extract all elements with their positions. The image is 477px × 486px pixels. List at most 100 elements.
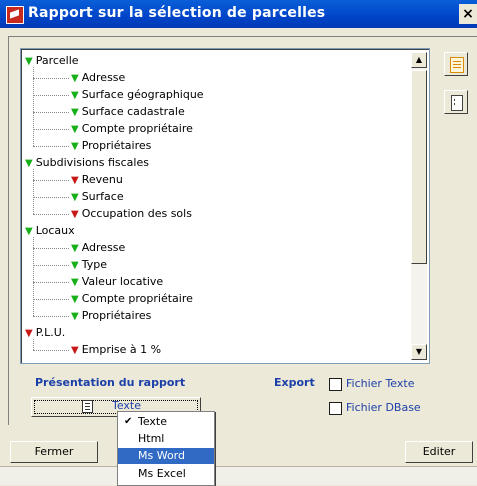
included-marker-icon[interactable]: ▼ <box>71 311 79 322</box>
tree-item-label: Propriétaires <box>81 139 152 152</box>
included-marker-icon[interactable]: ▼ <box>71 192 79 203</box>
tree-item[interactable]: ▼ Adresse <box>71 70 125 86</box>
tree-connector <box>33 248 69 249</box>
included-marker-icon[interactable]: ▼ <box>25 56 33 67</box>
tree-item[interactable]: ▼ Adresse <box>71 240 125 256</box>
tree-item-label: Valeur locative <box>81 275 164 288</box>
tree-connector <box>33 316 69 317</box>
tree-item-label: Adresse <box>81 241 126 254</box>
tree-connector <box>33 237 34 316</box>
tree-item-label: Compte propriétaire <box>81 122 193 135</box>
presentation-dropdown-menu[interactable]: ✔ Texte Html Ms Word Ms Excel <box>117 411 215 486</box>
app-icon <box>6 6 24 24</box>
export-dbase-label: Fichier DBase <box>346 401 421 414</box>
scroll-up-button[interactable]: ▲ <box>411 52 427 68</box>
included-marker-icon[interactable]: ▼ <box>71 260 79 271</box>
tree-item-label: Parcelle <box>35 54 79 67</box>
tree-item-label: Revenu <box>81 173 123 186</box>
tree-item-label: Surface géographique <box>81 88 204 101</box>
tree-connector <box>33 129 69 130</box>
tree-item[interactable]: ▼ Emprise à 1 % <box>71 342 161 358</box>
close-window-button[interactable]: × <box>459 4 477 24</box>
list-collapse-icon <box>451 95 463 111</box>
scroll-thumb[interactable] <box>411 70 427 264</box>
collapse-all-button[interactable] <box>444 90 468 114</box>
included-marker-icon[interactable]: ▼ <box>71 90 79 101</box>
window-title: Rapport sur la sélection de parcelles <box>28 5 326 21</box>
tree-connector <box>33 112 69 113</box>
tree-item[interactable]: ▼ Surface géographique <box>71 87 204 103</box>
export-label: Export <box>274 376 315 389</box>
presentation-label: Présentation du rapport <box>35 376 186 389</box>
scroll-down-button[interactable]: ▼ <box>411 344 427 360</box>
menu-item-html[interactable]: Html <box>118 431 214 447</box>
excluded-marker-icon[interactable]: ▼ <box>71 209 79 220</box>
included-marker-icon[interactable]: ▼ <box>25 158 33 169</box>
menu-item-label: Html <box>138 432 165 445</box>
tree-item[interactable]: ▼ Propriétaires <box>71 308 151 324</box>
document-icon <box>82 400 93 413</box>
tree-connector <box>33 282 69 283</box>
tree-connector <box>33 197 69 198</box>
tree-item[interactable]: ▼ Type <box>71 257 107 273</box>
tree-connector <box>33 339 34 350</box>
tree-item-label: Surface cadastrale <box>81 105 185 118</box>
tree-item[interactable]: ▼ Compte propriétaire <box>71 291 193 307</box>
tree-item-label: Surface <box>81 190 124 203</box>
tree-item-label: Occupation des sols <box>81 207 192 220</box>
field-tree[interactable]: ▼ Parcelle ▼ Adresse ▼ Surface géographique ▼ S… <box>20 48 430 364</box>
tree-item[interactable]: ▼ Surface cadastrale <box>71 104 185 120</box>
tree-connector <box>33 180 69 181</box>
tree-connector <box>33 146 69 147</box>
status-strip <box>0 466 477 485</box>
tree-item[interactable]: ▼ Revenu <box>71 172 123 188</box>
menu-item-ms-excel[interactable]: Ms Excel <box>118 466 214 482</box>
export-dbase-checkbox[interactable] <box>329 402 342 415</box>
tree-connector <box>33 67 34 146</box>
tree-item-label: Subdivisions fiscales <box>35 156 149 169</box>
tree-item-label: Adresse <box>81 71 126 84</box>
excluded-marker-icon[interactable]: ▼ <box>71 345 79 356</box>
menu-item-label: Ms Word <box>138 449 185 462</box>
tree-item-label: Emprise à 1 % <box>81 343 162 356</box>
tree-item[interactable]: ▼ Surface <box>71 189 124 205</box>
menu-item-label: Ms Excel <box>138 467 186 480</box>
tree-item-label: Locaux <box>35 224 75 237</box>
tree-item-label: Compte propriétaire <box>81 292 193 305</box>
edit-button[interactable]: Editer <box>405 441 473 463</box>
tree-item[interactable]: ▼ Propriétaires <box>71 138 151 154</box>
excluded-marker-icon[interactable]: ▼ <box>71 175 79 186</box>
menu-item-texte[interactable]: ✔ Texte <box>118 414 214 430</box>
included-marker-icon[interactable]: ▼ <box>25 226 33 237</box>
tree-item-label: Propriétaires <box>81 309 152 322</box>
tree-connector <box>33 350 69 351</box>
tree-item[interactable]: ▼ Occupation des sols <box>71 206 192 222</box>
tree-group[interactable]: ▼ P.L.U. <box>25 325 65 341</box>
included-marker-icon[interactable]: ▼ <box>71 124 79 135</box>
menu-item-ms-word[interactable]: Ms Word <box>118 448 214 464</box>
included-marker-icon[interactable]: ▼ <box>71 107 79 118</box>
tree-item-label: Type <box>81 258 107 271</box>
export-text-label: Fichier Texte <box>346 377 415 390</box>
tree-group[interactable]: ▼ Subdivisions fiscales <box>25 155 149 171</box>
tree-connector <box>33 78 69 79</box>
included-marker-icon[interactable]: ▼ <box>71 277 79 288</box>
excluded-marker-icon[interactable]: ▼ <box>25 328 33 339</box>
tree-connector <box>33 214 69 215</box>
tree-item[interactable]: ▼ Valeur locative <box>71 274 163 290</box>
tree-connector <box>33 265 69 266</box>
tree-item-label: P.L.U. <box>35 326 66 339</box>
included-marker-icon[interactable]: ▼ <box>71 294 79 305</box>
export-text-checkbox[interactable] <box>329 378 342 391</box>
tree-connector <box>33 95 69 96</box>
close-button[interactable]: Fermer <box>10 441 98 463</box>
list-expand-icon <box>450 57 464 73</box>
title-bar: Rapport sur la sélection de parcelles × <box>0 0 477 28</box>
included-marker-icon[interactable]: ▼ <box>71 141 79 152</box>
menu-item-label: Texte <box>138 415 168 428</box>
included-marker-icon[interactable]: ▼ <box>71 243 79 254</box>
tree-scrollbar[interactable]: ▲ ▼ <box>411 52 427 360</box>
tree-item[interactable]: ▼ Compte propriétaire <box>71 121 193 137</box>
expand-all-button[interactable] <box>444 52 468 76</box>
included-marker-icon[interactable]: ▼ <box>71 73 79 84</box>
